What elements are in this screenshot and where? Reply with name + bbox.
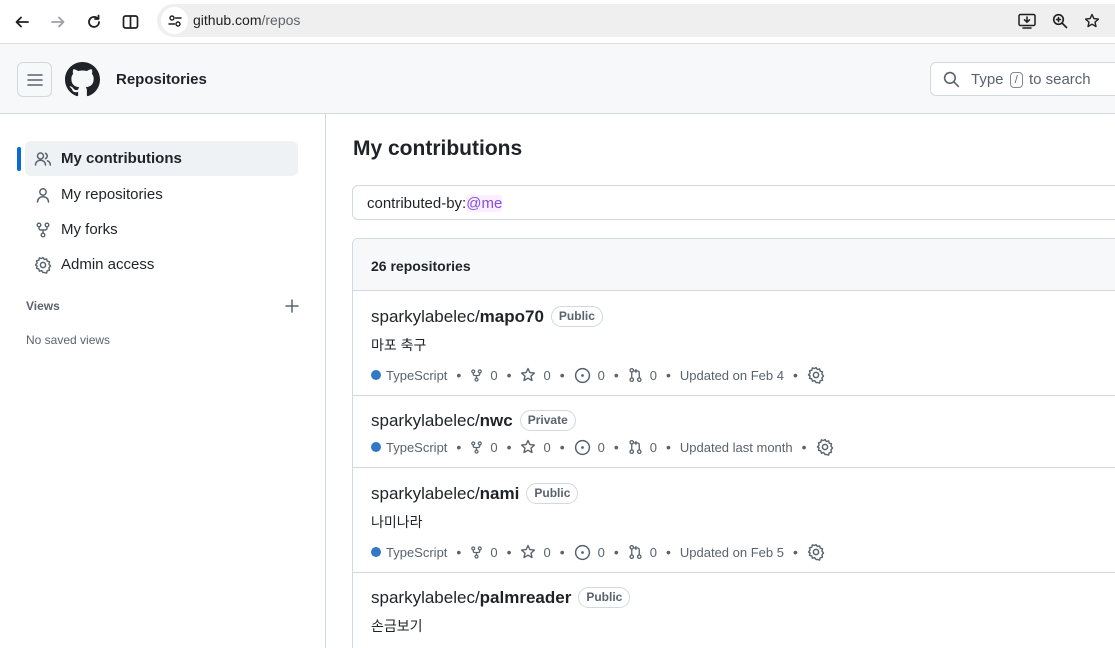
- visibility-badge: Public: [526, 483, 579, 504]
- reload-icon[interactable]: [80, 8, 108, 36]
- repository-name-link[interactable]: sparkylabelec/nami Public: [371, 483, 579, 504]
- pull-requests-count[interactable]: 0: [628, 544, 657, 560]
- issue-icon: [574, 544, 590, 560]
- site-info-icon[interactable]: [161, 7, 188, 34]
- gear-icon: [33, 256, 53, 274]
- views-heading: Views: [26, 299, 60, 313]
- filter-input[interactable]: contributed-by:@me: [352, 185, 1115, 220]
- sidebar-item-my-contributions[interactable]: My contributions: [25, 141, 298, 176]
- search-icon: [943, 71, 960, 93]
- no-saved-views-text: No saved views: [26, 333, 111, 347]
- repository-name-link[interactable]: sparkylabelec/palmreader Public: [371, 587, 631, 608]
- star-icon: [521, 367, 536, 382]
- forks-count[interactable]: 0: [470, 545, 498, 560]
- stars-count[interactable]: 0: [520, 367, 551, 383]
- repo-settings-icon[interactable]: [807, 543, 832, 561]
- language-label: TypeScript: [386, 439, 448, 455]
- repository-list-header: 26 repositories: [353, 239, 1115, 291]
- fork-icon: [33, 222, 53, 238]
- back-arrow-icon[interactable]: [8, 8, 36, 36]
- address-bar[interactable]: github.com/repos: [157, 4, 1115, 37]
- sidebar-item-admin-access[interactable]: Admin access: [25, 247, 298, 282]
- repository-name-link[interactable]: sparkylabelec/mapo70 Public: [371, 306, 603, 327]
- pull-request-icon: [629, 544, 642, 560]
- repository-row: sparkylabelec/nami Public 나미나라 TypeScript…: [353, 468, 1115, 573]
- repository-description: 손금보기: [371, 618, 423, 634]
- forks-count[interactable]: 0: [470, 368, 498, 383]
- pull-request-icon: [629, 439, 642, 455]
- url-text: github.com/repos: [193, 12, 301, 28]
- repository-row: sparkylabelec/palmreader Public 손금보기: [353, 573, 1115, 648]
- language-label: TypeScript: [386, 544, 448, 560]
- filter-query: contributed-by:@me: [367, 195, 503, 212]
- updated-date: Updated on Feb 4: [679, 367, 784, 383]
- github-header: Repositories Type / to search: [0, 44, 1115, 114]
- search-placeholder: Type / to search: [971, 71, 1091, 88]
- sidebar-item-label: My repositories: [61, 186, 163, 203]
- visibility-badge: Private: [519, 410, 576, 431]
- pull-requests-count[interactable]: 0: [628, 367, 657, 383]
- issues-count[interactable]: 0: [574, 439, 605, 456]
- split-view-icon[interactable]: [116, 8, 144, 36]
- repository-row: sparkylabelec/mapo70 Public 마포 축구 TypeScr…: [353, 291, 1115, 396]
- install-app-icon[interactable]: [1015, 9, 1039, 33]
- fork-icon: [471, 368, 483, 382]
- language-color-dot: [371, 442, 381, 452]
- repository-name-link[interactable]: sparkylabelec/nwc Private: [371, 410, 576, 431]
- page-title: My contributions: [353, 137, 523, 160]
- visibility-badge: Public: [550, 306, 603, 327]
- language-color-dot: [371, 370, 381, 380]
- menu-button[interactable]: [17, 62, 52, 97]
- sidebar-item-my-repositories[interactable]: My repositories: [25, 177, 298, 212]
- sidebar-item-label: My contributions: [61, 150, 182, 167]
- repository-description: 마포 축구: [371, 337, 427, 353]
- fork-icon: [471, 545, 483, 559]
- forks-count[interactable]: 0: [470, 440, 498, 455]
- people-icon: [33, 151, 53, 167]
- pull-request-icon: [629, 367, 642, 383]
- hamburger-icon: [26, 73, 43, 86]
- repository-description: 나미나라: [371, 514, 423, 530]
- stars-count[interactable]: 0: [520, 544, 551, 560]
- sidebar-item-label: Admin access: [61, 256, 155, 273]
- repository-meta: TypeScript • 0 • 0 • 0 • 0 • Updated on …: [371, 543, 832, 561]
- sidebar-item-label: My forks: [61, 221, 118, 238]
- issues-count[interactable]: 0: [574, 367, 605, 384]
- zoom-icon[interactable]: [1048, 9, 1072, 33]
- visibility-badge: Public: [578, 587, 631, 608]
- language-label: TypeScript: [386, 367, 448, 383]
- fork-icon: [471, 440, 483, 454]
- issues-count[interactable]: 0: [574, 544, 605, 561]
- sidebar: My contributions My repositories My fork…: [0, 114, 326, 648]
- star-icon: [521, 439, 536, 454]
- repository-meta: TypeScript • 0 • 0 • 0 • 0 • Updated las…: [371, 438, 841, 456]
- pull-requests-count[interactable]: 0: [628, 439, 657, 455]
- forward-arrow-icon[interactable]: [44, 8, 72, 36]
- browser-toolbar: github.com/repos: [0, 0, 1115, 44]
- github-logo-icon[interactable]: [65, 62, 100, 97]
- updated-date: Updated last month: [679, 439, 793, 455]
- search-shortcut-key: /: [1009, 72, 1023, 88]
- repository-meta: TypeScript • 0 • 0 • 0 • 0 • Updated on …: [371, 366, 832, 384]
- updated-date: Updated on Feb 5: [679, 544, 784, 560]
- repo-settings-icon[interactable]: [807, 366, 832, 384]
- repository-count: 26 repositories: [371, 258, 471, 274]
- page-context-title[interactable]: Repositories: [116, 71, 207, 88]
- repo-settings-icon[interactable]: [816, 438, 841, 456]
- add-view-button[interactable]: [283, 297, 301, 315]
- plus-icon: [285, 299, 299, 313]
- issue-icon: [574, 367, 590, 383]
- active-indicator: [17, 147, 21, 171]
- repository-list: 26 repositories sparkylabelec/mapo70 Publ…: [352, 238, 1115, 648]
- star-icon: [521, 544, 536, 559]
- language-color-dot: [371, 547, 381, 557]
- sidebar-item-my-forks[interactable]: My forks: [25, 212, 298, 247]
- repository-row: sparkylabelec/nwc Private TypeScript • 0 …: [353, 396, 1115, 468]
- person-icon: [33, 187, 53, 203]
- search-input[interactable]: Type / to search: [930, 62, 1115, 96]
- bookmark-star-icon[interactable]: [1080, 9, 1104, 33]
- stars-count[interactable]: 0: [520, 439, 551, 455]
- issue-icon: [574, 439, 590, 455]
